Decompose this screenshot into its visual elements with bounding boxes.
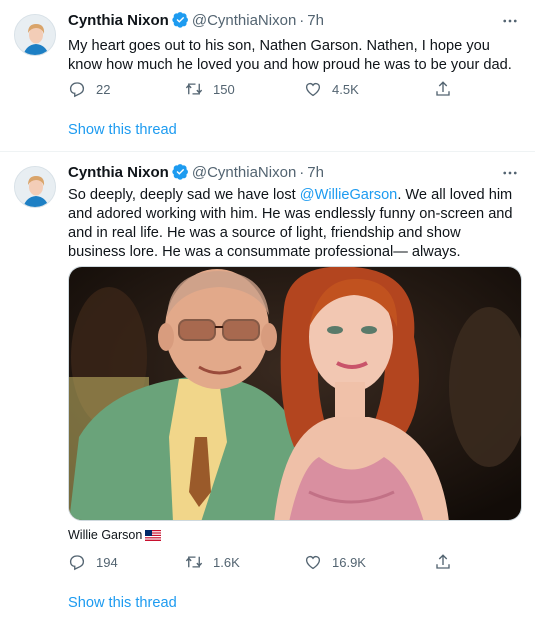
tweet-text: So deeply, deeply sad we have lost @Will… <box>68 186 520 262</box>
tweet-time[interactable]: 7h <box>307 164 324 181</box>
tweet-actions: 194 1.6K 16.9K <box>68 553 488 573</box>
show-thread-link[interactable]: Show this thread <box>68 121 177 140</box>
mention-link[interactable]: @WillieGarson <box>300 187 398 203</box>
like-count: 4.5K <box>332 82 359 97</box>
tweet-text-start: So deeply, deeply sad we have lost <box>68 187 300 203</box>
retweet-count: 150 <box>213 82 235 97</box>
share-icon <box>436 81 450 96</box>
reply-count: 22 <box>96 82 111 97</box>
author-avatar[interactable] <box>14 166 56 208</box>
author-avatar[interactable] <box>14 14 56 56</box>
retweet-icon <box>185 556 203 568</box>
more-options-icon[interactable] <box>501 12 519 30</box>
retweet-count: 1.6K <box>213 555 240 570</box>
separator-dot: · <box>299 164 305 181</box>
photo-tag-name: Willie Garson <box>68 528 143 542</box>
tweet-text: My heart goes out to his son, Nathen Gar… <box>68 38 512 73</box>
retweet-icon <box>185 83 203 95</box>
verified-badge-icon <box>172 164 188 180</box>
more-options-icon[interactable] <box>501 164 519 182</box>
tweet-header: Cynthia Nixon @CynthiaNixon · 7h <box>68 11 324 31</box>
reply-count: 194 <box>96 555 118 570</box>
tweet-2[interactable]: Cynthia Nixon @CynthiaNixon · 7h So deeply,… <box>0 152 535 617</box>
like-count: 16.9K <box>332 555 366 570</box>
tweet-time[interactable]: 7h <box>307 12 324 29</box>
author-handle[interactable]: @CynthiaNixon <box>192 164 296 181</box>
tweet-actions: 22 150 4.5K <box>68 80 488 100</box>
author-name[interactable]: Cynthia Nixon <box>68 12 169 29</box>
reply-icon <box>69 82 85 98</box>
like-icon <box>305 82 321 97</box>
tweet-header: Cynthia Nixon @CynthiaNixon · 7h <box>68 163 324 183</box>
tweet-photo[interactable] <box>68 266 522 521</box>
author-handle[interactable]: @CynthiaNixon <box>192 12 296 29</box>
author-name[interactable]: Cynthia Nixon <box>68 164 169 181</box>
photo-tag[interactable]: Willie Garson <box>68 527 162 543</box>
reply-icon <box>69 555 85 571</box>
verified-badge-icon <box>172 12 188 28</box>
share-icon <box>436 554 450 569</box>
show-thread-link[interactable]: Show this thread <box>68 594 177 613</box>
separator-dot: · <box>299 12 305 29</box>
tweet-1[interactable]: Cynthia Nixon @CynthiaNixon · 7h My heart g… <box>0 0 535 152</box>
like-icon <box>305 555 321 570</box>
us-flag-icon <box>145 530 162 541</box>
